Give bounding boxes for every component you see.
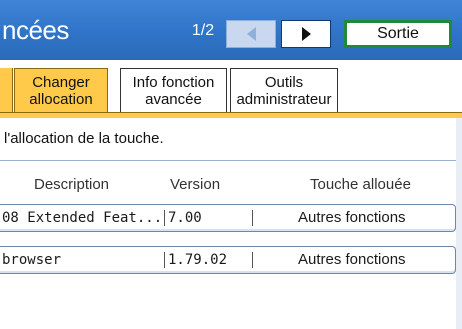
row-version: 7.00 — [168, 210, 202, 226]
column-header-key: Touche allouée — [310, 176, 411, 193]
triangle-right-icon — [301, 27, 311, 41]
scroll-edge — [456, 118, 462, 329]
next-page-button[interactable] — [281, 20, 331, 48]
tab-admin-tools[interactable]: Outils administrateur — [230, 68, 338, 112]
row-version: 1.79.02 — [168, 252, 228, 268]
previous-page-button[interactable] — [226, 20, 276, 48]
tab-change-allocation[interactable]: Changer allocation — [14, 68, 108, 112]
content-area: l'allocation de la touche. Description V… — [0, 118, 462, 329]
cell-separator — [252, 252, 253, 268]
cell-separator — [164, 210, 165, 226]
column-header-description: Description — [34, 176, 110, 193]
row-key: Autres fonctions — [298, 251, 406, 268]
triangle-left-icon — [246, 27, 256, 41]
cell-separator — [164, 252, 165, 268]
divider — [0, 160, 462, 161]
tab-label-line1: Outils — [264, 73, 304, 91]
tab-label-line1: Info fonction — [132, 73, 215, 91]
tab-label-line2: allocation — [29, 90, 93, 108]
tab-edge — [0, 68, 13, 112]
tab-label-line2: administrateur — [236, 90, 332, 108]
tab-advanced-function-info[interactable]: Info fonction avancée — [120, 68, 227, 112]
row-key: Autres fonctions — [298, 209, 406, 226]
page-indicator: 1/2 — [191, 22, 215, 39]
table-row[interactable]: 08 Extended Feat... 7.00 Autres fonction… — [0, 204, 456, 232]
tab-strip: Changer allocation Info fonction avancée… — [0, 60, 462, 120]
cell-separator — [252, 210, 253, 226]
title-bar: ncées 1/2 Sortie — [0, 0, 462, 60]
row-description: 08 Extended Feat... — [2, 210, 160, 226]
instruction-text: l'allocation de la touche. — [4, 130, 164, 147]
row-description: browser — [2, 252, 62, 268]
exit-button[interactable]: Sortie — [344, 20, 452, 48]
table-row[interactable]: browser 1.79.02 Autres fonctions — [0, 246, 456, 274]
column-header-version: Version — [170, 176, 221, 193]
tab-label-line1: Changer — [32, 73, 90, 91]
screen-title: ncées — [2, 15, 69, 45]
tab-label-line2: avancée — [145, 90, 202, 108]
